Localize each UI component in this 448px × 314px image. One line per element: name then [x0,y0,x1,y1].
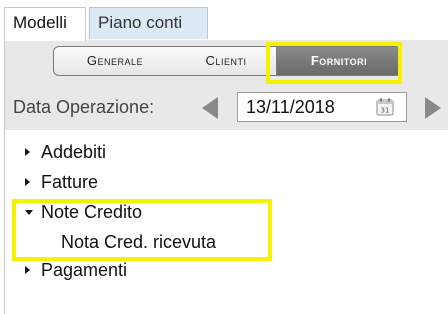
tab-piano-conti[interactable]: Piano conti [89,7,208,39]
segment-clienti[interactable]: Clienti [176,46,277,76]
date-label: Data Operazione: [13,97,155,117]
date-field[interactable]: 13/11/2018 31 [237,92,407,122]
date-toolbar: Data Operazione: 13/11/2018 31 [4,86,448,130]
disclosure-right-icon[interactable] [25,266,30,274]
tab-bar: Modelli Piano conti [0,0,448,41]
previous-date-arrow-icon[interactable] [202,97,218,119]
date-value: 13/11/2018 [246,97,335,117]
tab-modelli[interactable]: Modelli [4,7,86,41]
disclosure-right-icon[interactable] [25,148,30,156]
calendar-icon[interactable]: 31 [375,97,395,117]
highlight-box-tree [12,199,272,261]
disclosure-right-icon[interactable] [25,178,30,186]
tree-item-label: Pagamenti [41,260,128,280]
tree-item-label: Addebiti [41,142,107,162]
next-date-arrow-icon[interactable] [425,97,441,119]
svg-text:31: 31 [381,107,390,115]
highlight-box-segment [266,42,402,84]
tree-item-label: Fatture [41,172,99,192]
segment-generale[interactable]: Generale [53,46,177,76]
